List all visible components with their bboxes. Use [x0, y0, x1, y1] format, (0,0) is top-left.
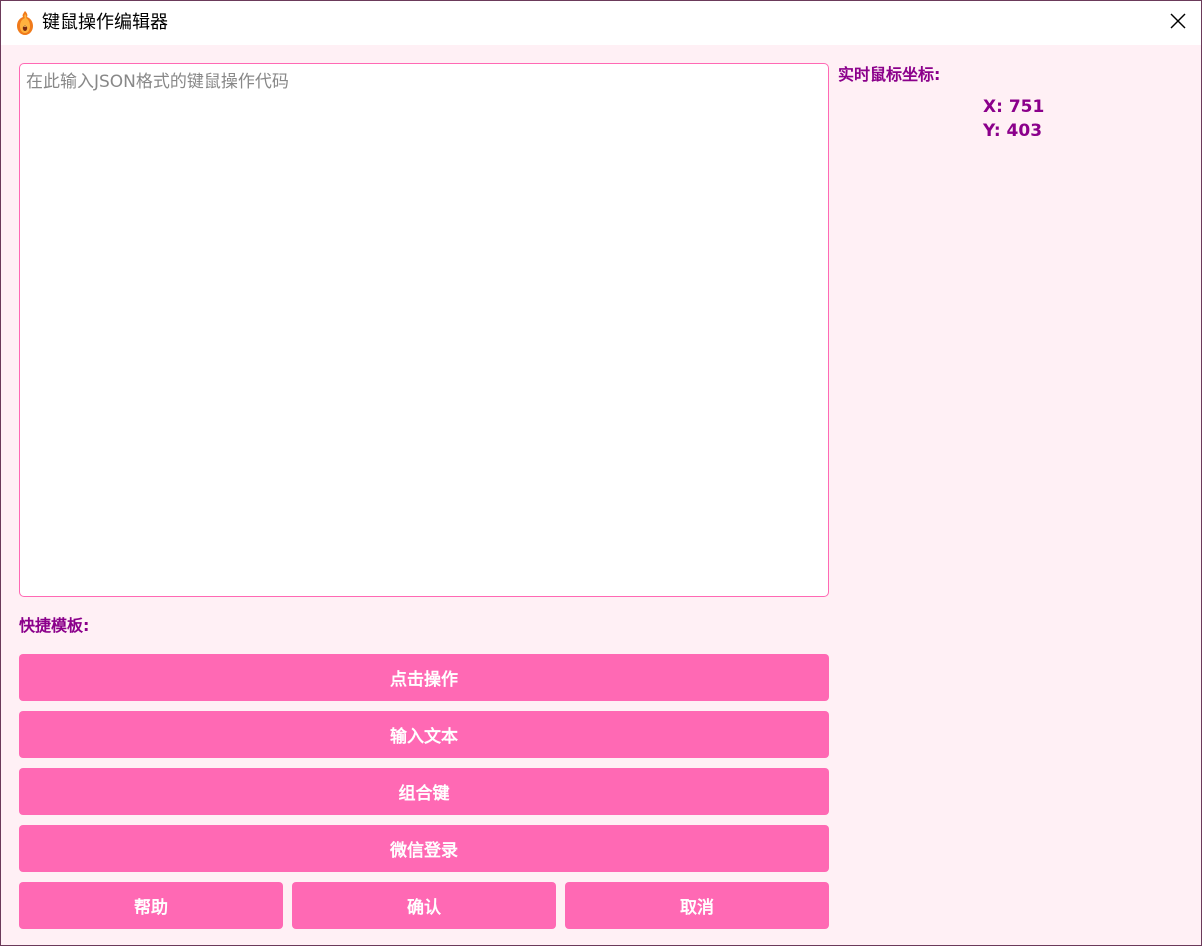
title-bar[interactable]: 键鼠操作编辑器	[1, 1, 1201, 45]
wechat-login-template-button[interactable]: 微信登录	[19, 825, 829, 872]
quick-templates-title: 快捷模板:	[19, 616, 90, 635]
type-text-template-button[interactable]: 输入文本	[19, 711, 829, 758]
flame-gourd-icon	[14, 10, 36, 36]
close-button[interactable]	[1155, 1, 1201, 45]
window-title: 键鼠操作编辑器	[42, 12, 168, 33]
mouse-y-readout: Y: 403	[983, 121, 1043, 141]
close-icon	[1169, 12, 1187, 34]
click-template-button[interactable]: 点击操作	[19, 654, 829, 701]
cancel-button[interactable]: 取消	[565, 882, 829, 929]
json-code-editor[interactable]	[19, 63, 829, 597]
hotkey-template-button[interactable]: 组合键	[19, 768, 829, 815]
editor-window: 键鼠操作编辑器 实时鼠标坐标: X: 751 Y: 403 快捷模板: 点击操作…	[0, 0, 1202, 946]
mouse-coordinates-title: 实时鼠标坐标:	[838, 65, 941, 84]
confirm-button[interactable]: 确认	[292, 882, 556, 929]
help-button[interactable]: 帮助	[19, 882, 283, 929]
mouse-x-readout: X: 751	[983, 97, 1045, 117]
